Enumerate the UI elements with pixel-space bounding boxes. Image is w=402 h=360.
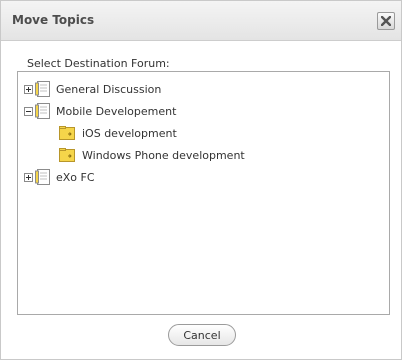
tree-forum-windows-phone-development[interactable]: Windows Phone development xyxy=(59,146,245,164)
expand-icon[interactable] xyxy=(24,84,33,94)
close-icon xyxy=(381,16,391,26)
tree-category-mobile-developement[interactable]: Mobile Developement xyxy=(24,102,176,120)
collapse-icon[interactable] xyxy=(24,106,33,116)
forum-tree[interactable]: General Discussion Mobile Developement i… xyxy=(17,71,390,315)
expand-icon[interactable] xyxy=(24,172,33,182)
tree-forum-ios-development[interactable]: iOS development xyxy=(59,124,177,142)
tree-item-label: General Discussion xyxy=(56,82,162,96)
tree-item-label: eXo FC xyxy=(56,170,95,184)
forum-folder-icon xyxy=(59,148,75,162)
tree-category-general-discussion[interactable]: General Discussion xyxy=(24,80,161,98)
tree-item-label: iOS development xyxy=(82,126,177,140)
tree-item-label: Mobile Developement xyxy=(56,104,177,118)
dialog-titlebar[interactable]: Move Topics xyxy=(1,1,401,41)
dialog-title: Move Topics xyxy=(12,13,95,27)
category-icon xyxy=(35,169,50,185)
category-icon xyxy=(35,81,50,97)
tree-category-exo-fc[interactable]: eXo FC xyxy=(24,168,95,186)
select-destination-label: Select Destination Forum: xyxy=(27,57,170,70)
cancel-button[interactable]: Cancel xyxy=(168,324,236,346)
move-topics-dialog: Move Topics Select Destination Forum: Ge… xyxy=(0,0,402,360)
category-icon xyxy=(35,103,50,119)
forum-folder-icon xyxy=(59,126,75,140)
close-button[interactable] xyxy=(377,12,395,30)
tree-item-label: Windows Phone development xyxy=(82,148,245,162)
